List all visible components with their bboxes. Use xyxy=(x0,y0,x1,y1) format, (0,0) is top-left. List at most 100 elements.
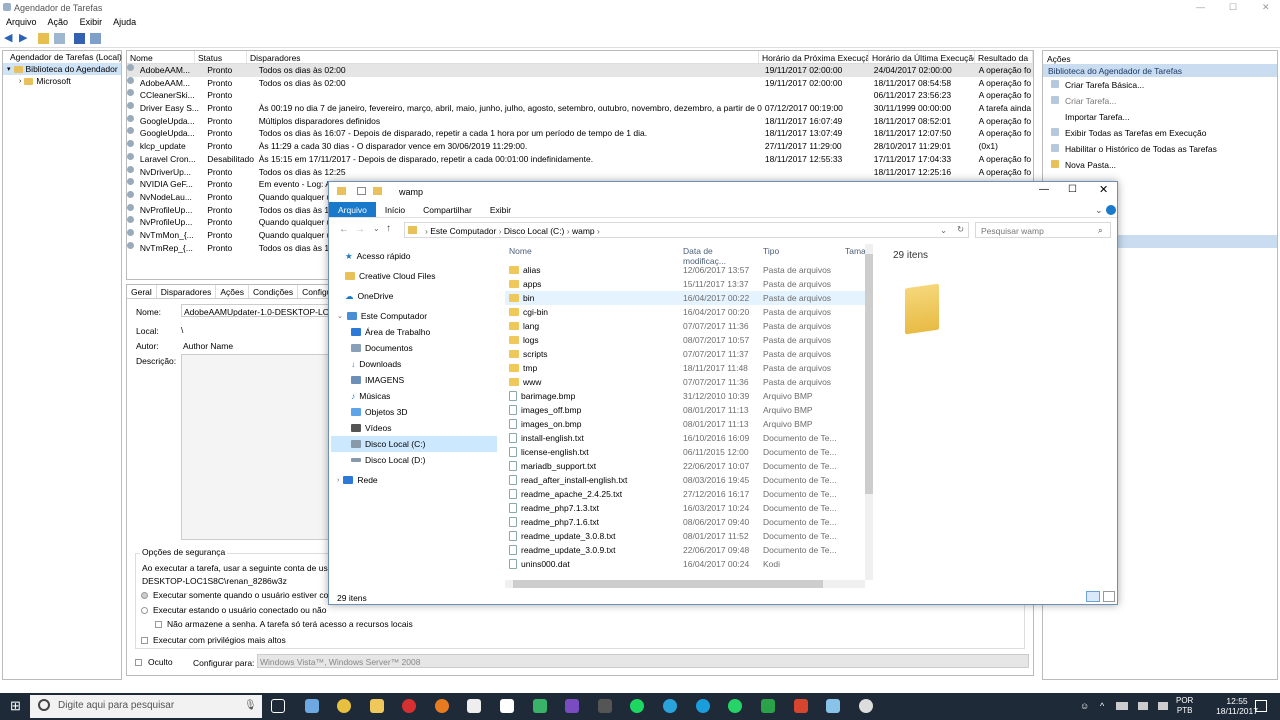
tab-disparadores[interactable]: Disparadores xyxy=(157,285,217,298)
spotify-icon[interactable] xyxy=(630,699,644,713)
action-create-task[interactable]: Criar Tarefa... xyxy=(1043,93,1277,109)
col-result[interactable]: Resultado da xyxy=(975,51,1033,63)
menu-arquivo[interactable]: Arquivo xyxy=(6,17,37,27)
task-scheduler-icon[interactable] xyxy=(859,699,873,713)
col-name[interactable]: Nome xyxy=(127,51,195,63)
notepad-icon[interactable] xyxy=(467,699,481,713)
nav-desktop[interactable]: Área de Trabalho xyxy=(331,324,497,340)
vscode-icon[interactable] xyxy=(533,699,547,713)
checkbox-no-password[interactable]: Não armazene a senha. A tarefa só terá a… xyxy=(155,619,413,629)
address-dropdown-icon[interactable]: ⌄ xyxy=(940,225,947,236)
radio-logged-on[interactable]: Executar somente quando o usuário estive… xyxy=(141,590,342,600)
file-row[interactable]: readme_apache_2.4.25.txt 27/12/2016 16:17… xyxy=(505,487,865,501)
clock[interactable]: 12:55 18/11/2017 xyxy=(1216,696,1258,716)
show-hide-tree-icon[interactable] xyxy=(54,33,65,44)
file-explorer-icon[interactable] xyxy=(370,699,384,713)
camtasia-icon[interactable] xyxy=(761,699,775,713)
file-row[interactable]: install-english.txt 16/10/2016 16:09 Docum… xyxy=(505,431,865,445)
mail-icon[interactable] xyxy=(500,699,514,713)
whatsapp-icon[interactable] xyxy=(728,699,742,713)
file-row[interactable]: barimage.bmp 31/12/2010 10:39 Arquivo BMP xyxy=(505,389,865,403)
file-row[interactable]: bin 16/04/2017 00:22 Pasta de arquivos xyxy=(505,291,865,305)
action-enable-history[interactable]: Habilitar o Histórico de Todas as Tarefa… xyxy=(1043,141,1277,157)
expand-arrow-icon[interactable]: › xyxy=(337,477,339,484)
file-list-vscrollbar[interactable] xyxy=(865,244,873,580)
explorer-close-icon[interactable]: ✕ xyxy=(1099,183,1108,196)
task-row[interactable]: Driver Easy S... Pronto Às 00:19 no dia 7 … xyxy=(127,102,1033,115)
nav-downloads[interactable]: ↓ Downloads xyxy=(331,356,497,372)
nav-up-icon[interactable]: ↑ xyxy=(386,223,391,234)
minimize-icon[interactable]: — xyxy=(1196,2,1205,12)
telegram-icon[interactable] xyxy=(663,699,677,713)
tree-item-library[interactable]: ▾ Biblioteca do Agendador xyxy=(3,63,121,75)
menu-acao[interactable]: Ação xyxy=(48,17,69,27)
ribbon-tab-compartilhar[interactable]: Compartilhar xyxy=(414,202,481,217)
scrollbar-thumb[interactable] xyxy=(865,254,873,494)
file-row[interactable]: images_off.bmp 08/01/2017 11:13 Arquivo BM… xyxy=(505,403,865,417)
search-box[interactable]: Pesquisar wamp ⌕ xyxy=(975,222,1111,238)
expand-arrow-icon[interactable]: › xyxy=(19,78,21,85)
forward-arrow-icon[interactable]: ▶ xyxy=(19,31,30,44)
tree-item-root[interactable]: Agendador de Tarefas (Local) xyxy=(3,51,122,63)
action-import[interactable]: Importar Tarefa... xyxy=(1043,109,1277,125)
menu-ajuda[interactable]: Ajuda xyxy=(113,17,136,27)
explorer-maximize-icon[interactable]: ☐ xyxy=(1068,184,1077,195)
action-new-folder[interactable]: Nova Pasta... xyxy=(1043,157,1277,173)
task-row[interactable]: GoogleUpda... Pronto Múltiplos disparadore… xyxy=(127,114,1033,128)
nav-disk-d[interactable]: Disco Local (D:) xyxy=(331,452,497,468)
col-file-name[interactable]: Nome xyxy=(505,244,679,258)
file-row[interactable]: read_after_install-english.txt 08/03/2016… xyxy=(505,473,865,487)
back-arrow-icon[interactable]: ◀ xyxy=(4,31,15,44)
checkbox-icon[interactable] xyxy=(141,636,148,644)
details-view-icon[interactable] xyxy=(1086,591,1100,602)
file-row[interactable]: tmp 18/11/2017 11:48 Pasta de arquivos xyxy=(505,361,865,375)
file-row[interactable]: apps 15/11/2017 13:37 Pasta de arquivos xyxy=(505,277,865,291)
chrome-icon[interactable] xyxy=(337,699,351,713)
tab-acoes[interactable]: Ações xyxy=(216,285,249,298)
col-last-run[interactable]: Horário da Última Execução xyxy=(869,51,975,63)
ribbon-expand-icon[interactable]: ⌄ xyxy=(1095,205,1103,216)
radio-whether-logged[interactable]: Executar estando o usuário conectado ou … xyxy=(141,605,326,615)
expand-arrow-icon[interactable]: ▾ xyxy=(7,65,11,73)
task-row[interactable]: GoogleUpda... Pronto Todos os dias às 16:0… xyxy=(127,127,1033,140)
col-size[interactable]: Tamar xyxy=(841,244,865,258)
address-bar[interactable]: › Este Computador › Disco Local (C:) › w… xyxy=(404,222,969,238)
checkbox-hidden[interactable]: Oculto xyxy=(135,657,173,667)
tab-condicoes[interactable]: Condições xyxy=(249,285,299,298)
name-field[interactable]: AdobeAAMUpdater-1.0-DESKTOP-LOC1S xyxy=(181,304,341,317)
battery-icon[interactable] xyxy=(1158,702,1168,710)
task-row[interactable]: AdobeAAM... Pronto Todos os dias às 02:00 1… xyxy=(127,76,1033,90)
col-next-run[interactable]: Horário da Próxima Execução xyxy=(759,51,869,63)
ribbon-tab-inicio[interactable]: Início xyxy=(376,202,414,217)
file-row[interactable]: readme_update_3.0.8.txt 08/01/2017 11:52 D… xyxy=(505,529,865,543)
people-icon[interactable]: ☺ xyxy=(1080,701,1089,711)
action-show-running[interactable]: Exibir Todas as Tarefas em Execução xyxy=(1043,125,1277,141)
app-icon[interactable] xyxy=(826,699,840,713)
tab-geral[interactable]: Geral xyxy=(127,285,157,298)
radio-icon[interactable] xyxy=(141,606,148,614)
file-row[interactable]: readme_php7.1.6.txt 08/06/2017 09:40 Docum… xyxy=(505,515,865,529)
checkbox-icon[interactable] xyxy=(135,658,142,666)
task-row[interactable]: Laravel Cron... Desabilitado Às 15:15 em 1… xyxy=(127,152,1033,166)
nav-onedrive[interactable]: ☁ OneDrive xyxy=(331,288,497,304)
checkbox-highest-priv[interactable]: Executar com privilégios mais altos xyxy=(141,635,286,645)
nav-music[interactable]: ♪ Músicas xyxy=(331,388,497,404)
file-row[interactable]: readme_php7.1.3.txt 16/03/2017 10:24 Docum… xyxy=(505,501,865,515)
scrollbar-thumb[interactable] xyxy=(513,580,823,588)
nav-documents[interactable]: Documentos xyxy=(331,340,497,356)
col-status[interactable]: Status xyxy=(195,51,247,63)
file-row[interactable]: www 07/07/2017 11:36 Pasta de arquivos xyxy=(505,375,865,389)
checkbox-icon[interactable] xyxy=(155,620,162,628)
file-row[interactable]: scripts 07/07/2017 11:37 Pasta de arquivos xyxy=(505,347,865,361)
col-date[interactable]: Data de modificaç... xyxy=(679,244,759,266)
language-indicator[interactable]: POR PTB xyxy=(1176,696,1193,716)
nav-videos[interactable]: Vídeos xyxy=(331,420,497,436)
radio-icon[interactable] xyxy=(141,591,148,599)
file-row[interactable]: images_on.bmp 08/01/2017 11:13 Arquivo BMP xyxy=(505,417,865,431)
nav-network[interactable]: › Rede xyxy=(331,472,497,488)
config-select[interactable]: Windows Vista™, Windows Server™ 2008 xyxy=(257,654,1029,668)
volume-icon[interactable] xyxy=(1138,702,1148,710)
maximize-icon[interactable]: ☐ xyxy=(1229,2,1237,13)
folder-up-icon[interactable] xyxy=(38,33,49,44)
action-create-basic[interactable]: Criar Tarefa Básica... xyxy=(1043,77,1277,93)
